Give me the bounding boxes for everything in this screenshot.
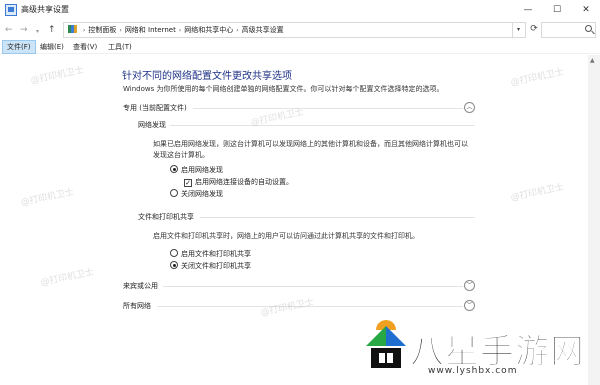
recent-locations-button[interactable]: ▾ — [36, 25, 39, 39]
search-input[interactable] — [541, 22, 596, 38]
radio-unselected-icon[interactable] — [170, 189, 178, 197]
radio-label: 关闭文件和打印机共享 — [181, 262, 251, 270]
breadcrumb-control-panel[interactable]: 控制面板 — [88, 26, 116, 34]
close-button[interactable]: ✕ — [572, 0, 600, 20]
brand-logo-icon — [366, 320, 406, 370]
breadcrumb-separator: › — [83, 27, 86, 34]
radio-selected-icon[interactable] — [170, 165, 178, 173]
network-discovery-header: 网络发现 — [138, 121, 166, 129]
forward-button[interactable]: → — [20, 23, 28, 37]
address-toolbar: ← → ▾ ↑ › 控制面板 › 网络和 Internet › 网络和共享中心 › 高级共享设… — [0, 20, 600, 40]
checkbox-checked-icon[interactable]: ✓ — [184, 179, 192, 187]
expand-all-networks-button[interactable]: ﹀ — [464, 300, 475, 311]
intro-text: Windows 为你所使用的每个网络创建单独的网络配置文件。你可以针对每个配置文… — [123, 85, 444, 93]
radio-network-discovery-on[interactable]: 启用网络发现 — [170, 165, 223, 175]
divider — [170, 125, 475, 126]
radio-file-sharing-off[interactable]: 关闭文件和打印机共享 — [170, 261, 251, 271]
page-title: 针对不同的网络配置文件更改共享选项 — [122, 71, 292, 82]
breadcrumb-network-internet[interactable]: 网络和 Internet — [125, 26, 176, 34]
control-panel-icon — [5, 4, 17, 16]
menu-tools[interactable]: 工具(T) — [104, 40, 136, 54]
radio-file-sharing-on[interactable]: 启用文件和打印机共享 — [170, 249, 251, 259]
menu-bar: 文件(F) 编辑(E) 查看(V) 工具(T) — [0, 40, 600, 54]
address-dropdown-button[interactable]: ▾ — [512, 22, 526, 38]
site-brand-overlay: 八星手游网 www.lyshbx.com — [362, 320, 590, 382]
radio-network-discovery-off[interactable]: 关闭网络发现 — [170, 189, 223, 199]
back-button[interactable]: ← — [5, 23, 13, 37]
collapse-private-button[interactable]: ︿ — [464, 102, 475, 113]
network-discovery-description: 如果已启用网络发现，则这台计算机可以发现网络上的其他计算机和设备，而且其他网络计… — [153, 140, 468, 159]
window-title: 高级共享设置 — [21, 5, 69, 14]
menu-edit[interactable]: 编辑(E) — [36, 40, 68, 54]
menu-view[interactable]: 查看(V) — [69, 40, 101, 54]
search-icon — [585, 25, 592, 32]
address-bar[interactable]: › 控制面板 › 网络和 Internet › 网络和共享中心 › 高级共享设置 — [63, 22, 513, 38]
breadcrumb-separator: › — [178, 27, 182, 34]
up-button[interactable]: ↑ — [48, 23, 56, 37]
radio-label: 启用文件和打印机共享 — [181, 250, 251, 258]
breadcrumb-sharing-center[interactable]: 网络和共享中心 — [184, 26, 233, 34]
menu-file[interactable]: 文件(F) — [2, 40, 36, 54]
profile-guest-header[interactable]: 来宾或公用 — [123, 281, 158, 291]
scroll-up-icon[interactable]: ▲ — [590, 57, 595, 64]
title-bar: 高级共享设置 — ☐ ✕ — [0, 0, 600, 20]
breadcrumb-separator: › — [236, 27, 239, 34]
profile-all-networks-header[interactable]: 所有网络 — [123, 301, 151, 311]
divider — [193, 108, 463, 109]
file-sharing-description: 启用文件和打印机共享时，网络上的用户可以访问通过此计算机共享的文件和打印机。 — [153, 232, 419, 240]
maximize-button[interactable]: ☐ — [543, 0, 571, 20]
minimize-button[interactable]: — — [514, 0, 542, 20]
radio-unselected-icon[interactable] — [170, 249, 178, 257]
profile-private-header[interactable]: 专用 (当前配置文件) — [123, 103, 187, 113]
divider — [163, 286, 463, 287]
breadcrumb-separator: › — [119, 27, 122, 34]
checkbox-label: 启用网络连接设备的自动设置。 — [195, 178, 293, 186]
divider — [200, 217, 475, 218]
expand-guest-button[interactable]: ﹀ — [464, 280, 475, 291]
refresh-button[interactable]: ⟳ — [527, 22, 541, 38]
control-panel-icon — [68, 25, 77, 33]
brand-url: www.lyshbx.com — [428, 366, 518, 376]
radio-label: 启用网络发现 — [181, 166, 223, 174]
file-sharing-header: 文件和打印机共享 — [138, 213, 194, 221]
radio-selected-icon[interactable] — [170, 261, 178, 269]
radio-label: 关闭网络发现 — [181, 190, 223, 198]
breadcrumb-advanced-sharing[interactable]: 高级共享设置 — [242, 26, 284, 34]
checkbox-auto-setup[interactable]: ✓ 启用网络连接设备的自动设置。 — [184, 177, 293, 187]
